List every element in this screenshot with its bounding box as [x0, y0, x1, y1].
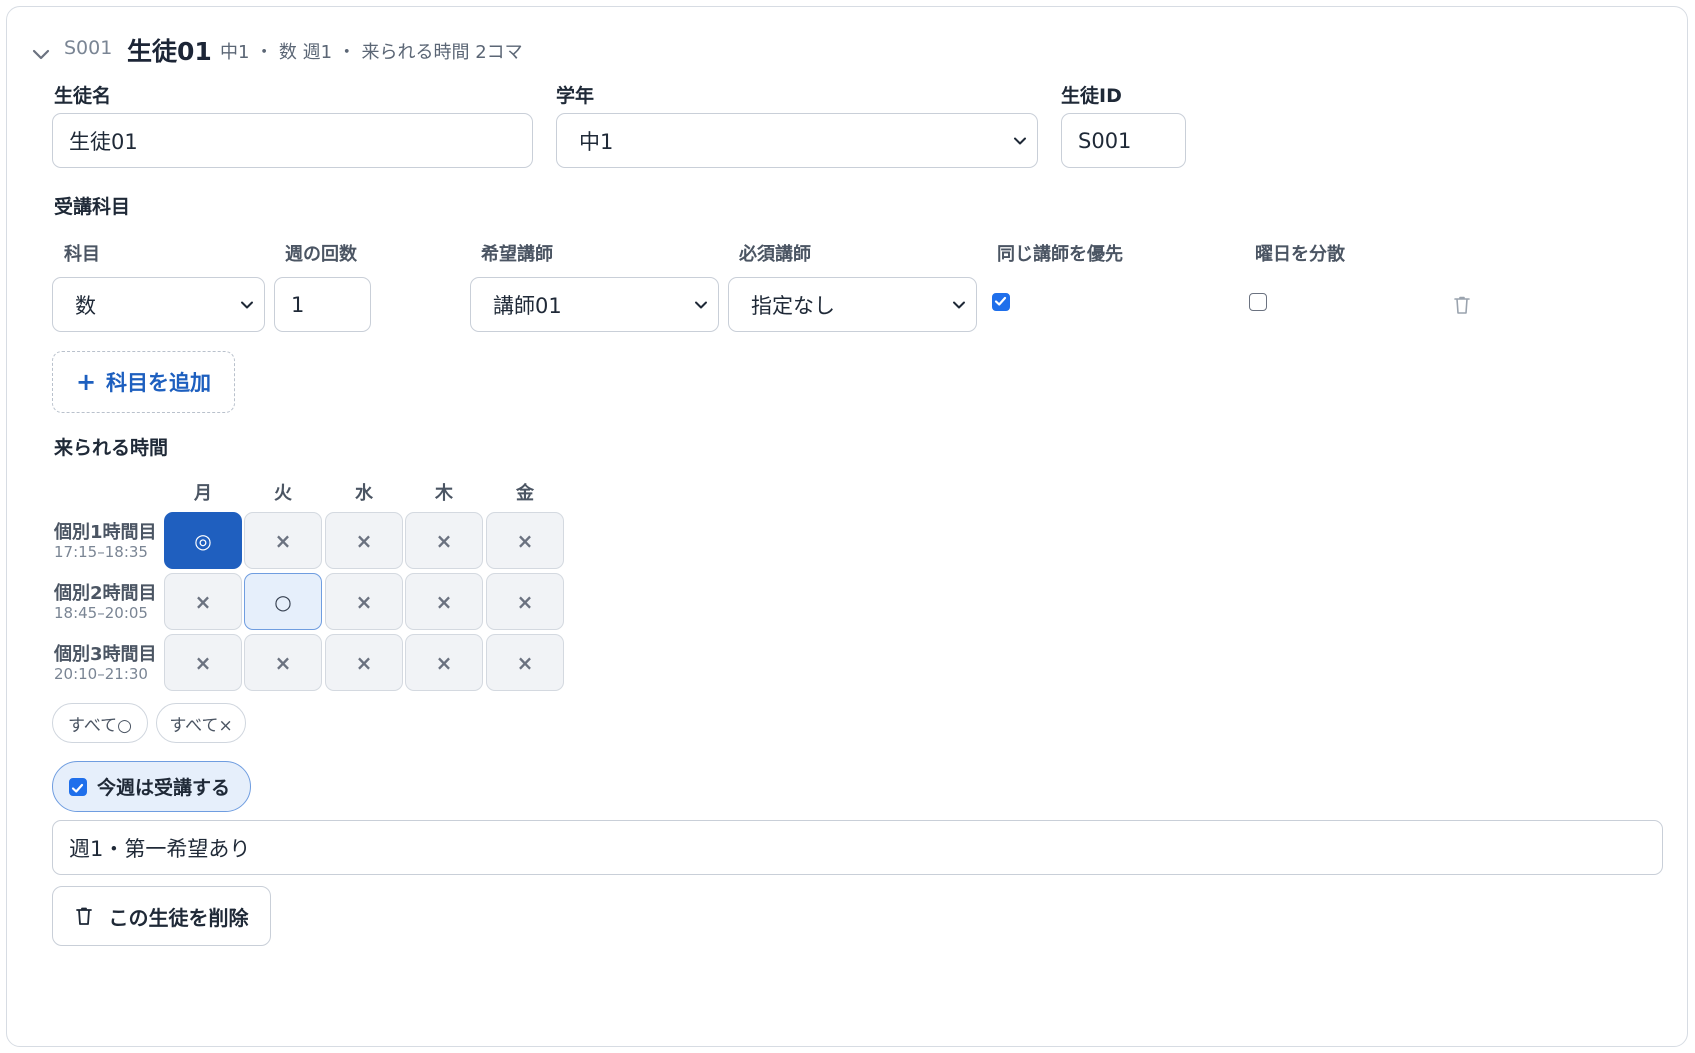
required-teacher-select[interactable]: 指定なし	[728, 277, 977, 332]
set-all-ok-button[interactable]: すべて○	[52, 703, 148, 743]
slot-wed-p3[interactable]: ×	[325, 634, 403, 691]
add-subject-button[interactable]: + 科目を追加	[52, 351, 235, 413]
slot-thu-p3[interactable]: ×	[405, 634, 483, 691]
slot-wed-p2[interactable]: ×	[325, 573, 403, 630]
col-required-teacher-header: 必須講師	[739, 244, 811, 265]
period-1-name: 個別1時間目	[54, 522, 157, 543]
day-header-wed: 水	[355, 483, 373, 504]
slot-tue-p1[interactable]: ×	[244, 512, 322, 569]
same-teacher-checkbox[interactable]	[992, 293, 1010, 311]
slot-mon-p3[interactable]: ×	[164, 634, 242, 691]
spread-days-checkbox[interactable]	[1249, 293, 1267, 311]
plus-icon: +	[75, 368, 97, 396]
grade-select[interactable]: 中1	[556, 113, 1038, 168]
day-header-mon: 月	[194, 483, 212, 504]
subjects-section-label: 受講科目	[54, 196, 131, 218]
required-teacher-value: 指定なし	[751, 293, 835, 318]
preferred-teacher-value: 講師01	[493, 293, 562, 318]
delete-student-label: この生徒を削除	[108, 905, 249, 930]
per-week-input[interactable]: 1	[274, 277, 371, 332]
name-input[interactable]: 生徒01	[52, 113, 533, 168]
period-2-name: 個別2時間目	[54, 583, 157, 604]
slot-wed-p1[interactable]: ×	[325, 512, 403, 569]
name-input-value: 生徒01	[69, 129, 138, 154]
note-input[interactable]: 週1・第一希望あり	[52, 820, 1663, 875]
col-per-week-header: 週の回数	[285, 244, 357, 265]
chevron-down-icon	[953, 301, 965, 308]
chevron-down-icon[interactable]	[31, 44, 51, 64]
header-student-id: S001	[64, 37, 113, 59]
name-label: 生徒名	[54, 85, 112, 107]
note-value: 週1・第一希望あり	[69, 836, 251, 861]
slot-mon-p2[interactable]: ×	[164, 573, 242, 630]
subject-select-value: 数	[75, 293, 96, 318]
period-3-name: 個別3時間目	[54, 644, 157, 665]
trash-icon[interactable]	[1453, 295, 1471, 315]
slot-fri-p1[interactable]: ×	[486, 512, 564, 569]
attend-this-week-toggle[interactable]: 今週は受講する	[52, 761, 251, 812]
header-student-name: 生徒01	[127, 37, 212, 66]
per-week-value: 1	[291, 292, 305, 317]
subject-select[interactable]: 数	[52, 277, 265, 332]
attend-label: 今週は受講する	[97, 777, 231, 799]
period-1-time: 17:15–18:35	[54, 543, 148, 561]
delete-student-button[interactable]: この生徒を削除	[52, 886, 271, 946]
grade-label: 学年	[556, 85, 595, 107]
col-same-teacher-header: 同じ講師を優先	[997, 244, 1123, 265]
slot-fri-p2[interactable]: ×	[486, 573, 564, 630]
trash-icon	[75, 907, 92, 925]
id-label: 生徒ID	[1061, 85, 1122, 107]
period-2-time: 18:45–20:05	[54, 604, 148, 622]
set-all-ng-button[interactable]: すべて×	[156, 703, 246, 743]
id-input[interactable]: S001	[1061, 113, 1186, 168]
id-input-value: S001	[1078, 128, 1132, 153]
col-preferred-teacher-header: 希望講師	[481, 244, 553, 265]
availability-section-label: 来られる時間	[54, 437, 169, 459]
header-summary: 中1 ・ 数 週1 ・ 来られる時間 2コマ	[220, 42, 523, 63]
chevron-down-icon	[1014, 137, 1026, 144]
col-subject-header: 科目	[64, 244, 100, 265]
grade-select-value: 中1	[579, 129, 614, 154]
preferred-teacher-select[interactable]: 講師01	[470, 277, 719, 332]
col-spread-days-header: 曜日を分散	[1255, 244, 1345, 265]
slot-mon-p1[interactable]: ◎	[164, 512, 242, 569]
period-3-time: 20:10–21:30	[54, 665, 148, 683]
add-subject-label: 科目を追加	[106, 371, 212, 395]
day-header-thu: 木	[435, 483, 453, 504]
slot-thu-p1[interactable]: ×	[405, 512, 483, 569]
chevron-down-icon	[241, 301, 253, 308]
slot-tue-p3[interactable]: ×	[244, 634, 322, 691]
student-card: S001 生徒01 中1 ・ 数 週1 ・ 来られる時間 2コマ 生徒名 生徒0…	[6, 6, 1688, 1047]
check-icon	[994, 296, 1007, 306]
day-header-tue: 火	[274, 483, 292, 504]
check-icon	[71, 783, 84, 793]
slot-tue-p2[interactable]: ○	[244, 573, 322, 630]
attend-checkbox[interactable]	[69, 777, 87, 796]
slot-fri-p3[interactable]: ×	[486, 634, 564, 691]
chevron-down-icon	[695, 301, 707, 308]
day-header-fri: 金	[516, 483, 534, 504]
slot-thu-p2[interactable]: ×	[405, 573, 483, 630]
